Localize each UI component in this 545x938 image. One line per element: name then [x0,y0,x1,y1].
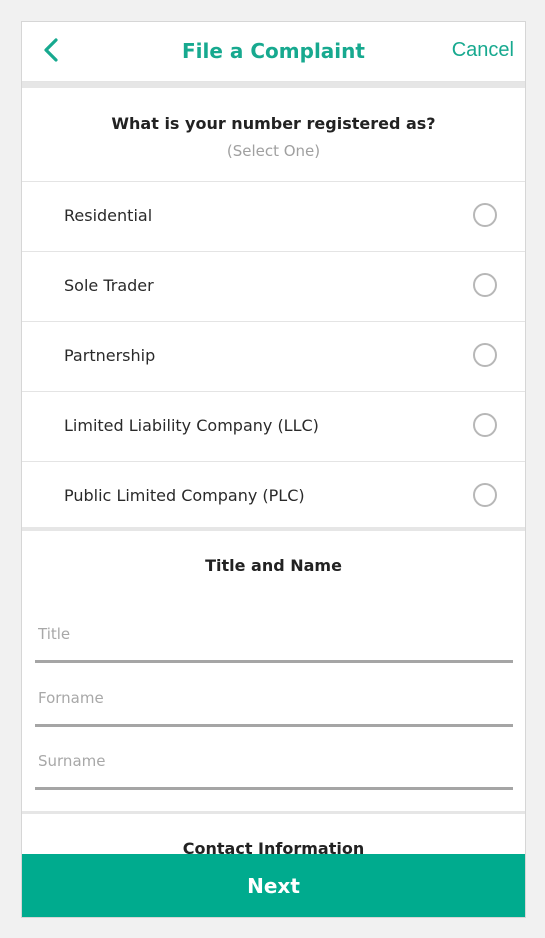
app-screen: File a Complaint Cancel What is your num… [21,21,526,918]
option-label: Public Limited Company (PLC) [64,486,305,505]
name-section-title: Title and Name [205,556,342,575]
forname-field[interactable] [35,678,513,727]
page-title: File a Complaint [182,39,365,63]
surname-input[interactable] [38,749,498,773]
header-bar: File a Complaint Cancel [22,22,525,82]
registration-options: Residential Sole Trader Partnership Limi… [22,182,525,531]
cancel-button[interactable]: Cancel [452,39,514,62]
option-llc[interactable]: Limited Liability Company (LLC) [22,392,525,462]
radio-button[interactable] [473,273,497,297]
divider [22,811,525,814]
option-label: Residential [64,206,153,225]
forname-input[interactable] [38,686,498,710]
option-plc[interactable]: Public Limited Company (PLC) [22,462,525,531]
divider [22,527,525,531]
title-field[interactable] [35,614,513,663]
question-block: What is your number registered as? (Sele… [22,88,525,182]
question-hint: (Select One) [226,142,321,160]
option-sole-trader[interactable]: Sole Trader [22,252,525,322]
radio-button[interactable] [473,483,497,507]
radio-button[interactable] [473,203,497,227]
radio-button[interactable] [473,343,497,367]
title-input[interactable] [38,622,498,646]
question-title: What is your number registered as? [111,114,436,133]
option-label: Sole Trader [64,276,154,295]
option-label: Partnership [64,346,156,365]
next-button[interactable]: Next [22,854,525,917]
surname-field[interactable] [35,741,513,790]
option-residential[interactable]: Residential [22,182,525,252]
option-partnership[interactable]: Partnership [22,322,525,392]
option-label: Limited Liability Company (LLC) [64,416,319,435]
radio-button[interactable] [473,413,497,437]
